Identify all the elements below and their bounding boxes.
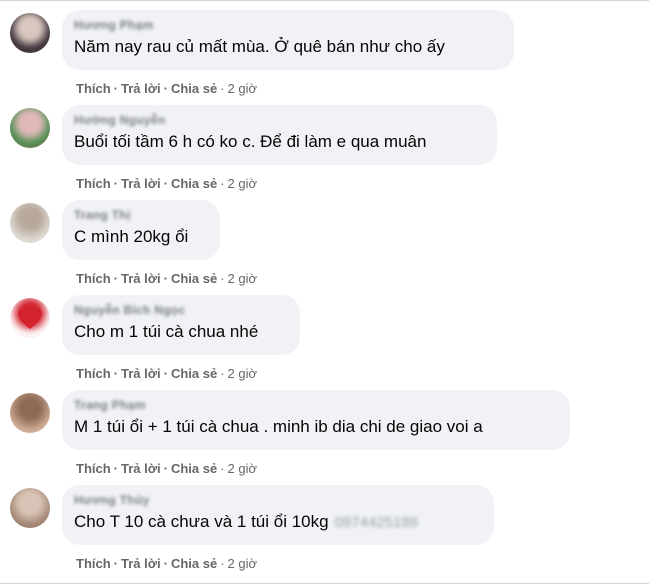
share-link[interactable]: Chia sẻ <box>171 461 217 476</box>
comment-bubble: Trang Thị C mình 20kg ổi <box>62 200 220 260</box>
comment-bubble: Hường Nguyễn Buổi tối tầm 6 h có ko c. Đ… <box>62 105 497 165</box>
avatar[interactable] <box>10 13 50 53</box>
comment-author[interactable]: Hương Thủy <box>74 493 480 507</box>
comment-text: M 1 túi ổi + 1 túi cà chua . minh ib dia… <box>74 417 483 436</box>
comment-actions: Thích · Trả lời · Chia sẻ · 2 giờ <box>76 81 258 96</box>
comment-bubble: Hương Thủy Cho T 10 cà chưa và 1 túi ổi … <box>62 485 494 545</box>
top-border <box>0 0 649 1</box>
blurred-phone-number: 0974425189 <box>334 514 419 531</box>
comment-text: Buổi tối tầm 6 h có ko c. Để đi làm e qu… <box>74 132 427 151</box>
comment-item: Trang Phạm M 1 túi ổi + 1 túi cà chua . … <box>0 390 649 486</box>
like-link[interactable]: Thích <box>76 176 111 191</box>
like-link[interactable]: Thích <box>76 271 111 286</box>
like-link[interactable]: Thích <box>76 556 111 571</box>
comment-actions: Thích · Trả lời · Chia sẻ · 2 giờ <box>76 461 258 476</box>
comment-actions: Thích · Trả lời · Chia sẻ · 2 giờ <box>76 176 258 191</box>
reply-link[interactable]: Trả lời <box>121 461 161 476</box>
comment-author[interactable]: Nguyễn Bích Ngọc <box>74 303 286 317</box>
share-link[interactable]: Chia sẻ <box>171 81 217 96</box>
comment-item: Hương Phạm Năm nay rau củ mất mùa. Ở quê… <box>0 10 649 106</box>
like-link[interactable]: Thích <box>76 81 111 96</box>
comment-text: Năm nay rau củ mất mùa. Ở quê bán như ch… <box>74 37 445 56</box>
comment-item: Hương Thủy Cho T 10 cà chưa và 1 túi ổi … <box>0 485 649 581</box>
comment-author[interactable]: Trang Thị <box>74 208 206 222</box>
comment-bubble: Trang Phạm M 1 túi ổi + 1 túi cà chua . … <box>62 390 570 450</box>
comment-text: C mình 20kg ổi <box>74 227 189 246</box>
comment-text-body: Cho T 10 cà chưa và 1 túi ổi 10kg <box>74 512 329 531</box>
heart-icon <box>18 308 42 329</box>
reply-link[interactable]: Trả lời <box>121 176 161 191</box>
reply-link[interactable]: Trả lời <box>121 366 161 381</box>
comment-author[interactable]: Trang Phạm <box>74 398 556 412</box>
avatar[interactable] <box>10 108 50 148</box>
avatar-image <box>10 203 50 243</box>
avatar[interactable] <box>10 298 50 338</box>
avatar-image <box>10 488 50 528</box>
comment-timestamp[interactable]: 2 giờ <box>228 461 258 476</box>
comment-text: Cho T 10 cà chưa và 1 túi ổi 10kg 0974425… <box>74 511 480 534</box>
comment-text: Cho m 1 túi cà chua nhé <box>74 322 259 341</box>
comment-actions: Thích · Trả lời · Chia sẻ · 2 giờ <box>76 366 258 381</box>
avatar[interactable] <box>10 393 50 433</box>
comment-timestamp[interactable]: 2 giờ <box>228 366 258 381</box>
avatar-image <box>10 13 50 53</box>
avatar[interactable] <box>10 203 50 243</box>
reply-link[interactable]: Trả lời <box>121 81 161 96</box>
comment-timestamp[interactable]: 2 giờ <box>228 81 258 96</box>
comment-bubble: Hương Phạm Năm nay rau củ mất mùa. Ở quê… <box>62 10 514 70</box>
like-link[interactable]: Thích <box>76 461 111 476</box>
comment-timestamp[interactable]: 2 giờ <box>228 271 258 286</box>
comment-actions: Thích · Trả lời · Chia sẻ · 2 giờ <box>76 556 258 571</box>
share-link[interactable]: Chia sẻ <box>171 556 217 571</box>
share-link[interactable]: Chia sẻ <box>171 271 217 286</box>
comment-author[interactable]: Hương Phạm <box>74 18 500 32</box>
comment-item: Nguyễn Bích Ngọc Cho m 1 túi cà chua nhé… <box>0 295 649 391</box>
share-link[interactable]: Chia sẻ <box>171 366 217 381</box>
like-link[interactable]: Thích <box>76 366 111 381</box>
reply-link[interactable]: Trả lời <box>121 271 161 286</box>
reply-link[interactable]: Trả lời <box>121 556 161 571</box>
avatar-image <box>10 393 50 433</box>
comment-item: Trang Thị C mình 20kg ổi Thích · Trả lời · C… <box>0 200 649 296</box>
avatar-image <box>10 108 50 148</box>
comment-timestamp[interactable]: 2 giờ <box>228 176 258 191</box>
comment-actions: Thích · Trả lời · Chia sẻ · 2 giờ <box>76 271 258 286</box>
comment-timestamp[interactable]: 2 giờ <box>228 556 258 571</box>
comment-bubble: Nguyễn Bích Ngọc Cho m 1 túi cà chua nhé <box>62 295 300 355</box>
comment-author[interactable]: Hường Nguyễn <box>74 113 483 127</box>
comment-item: Hường Nguyễn Buổi tối tầm 6 h có ko c. Đ… <box>0 105 649 201</box>
share-link[interactable]: Chia sẻ <box>171 176 217 191</box>
avatar[interactable] <box>10 488 50 528</box>
